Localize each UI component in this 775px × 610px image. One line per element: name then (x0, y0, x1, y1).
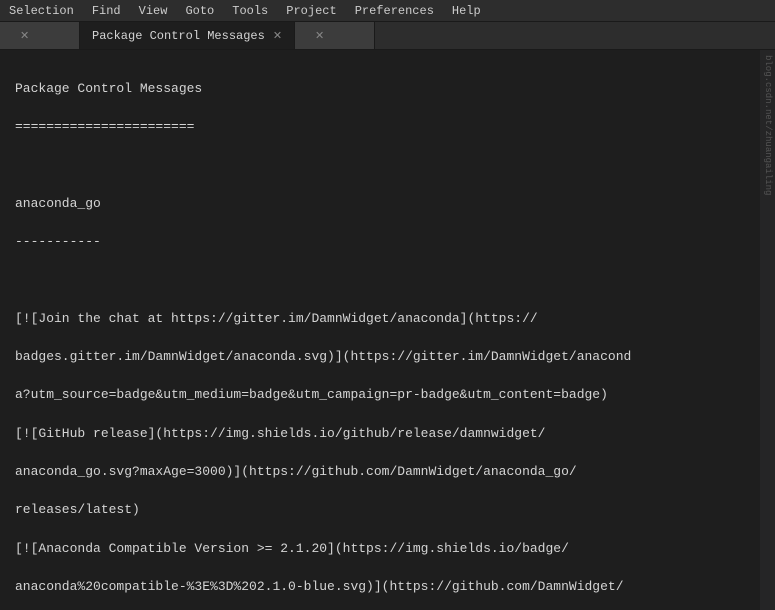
line-empty-2 (15, 271, 745, 290)
line-empty-1 (15, 156, 745, 175)
right-panel-content: blog.csdn.net/zhuangailing (760, 50, 775, 200)
tab-3[interactable]: ✕ (295, 22, 375, 49)
tab-2-label: Package Control Messages (92, 29, 265, 43)
menu-project[interactable]: Project (282, 4, 340, 18)
menu-selection[interactable]: Selection (5, 4, 78, 18)
menu-view[interactable]: View (135, 4, 172, 18)
line-content-6: releases/latest) (15, 501, 745, 520)
top-menu-bar: Selection Find View Goto Tools Project P… (0, 0, 775, 22)
tab-bar: ✕ Package Control Messages ✕ ✕ (0, 22, 775, 50)
line-content-8: anaconda%20compatible-%3E%3D%202.1.0-blu… (15, 578, 745, 597)
line-package-name: anaconda_go (15, 195, 745, 214)
menu-preferences[interactable]: Preferences (351, 4, 438, 18)
line-content-3: a?utm_source=badge&utm_medium=badge&utm_… (15, 386, 745, 405)
menu-goto[interactable]: Goto (181, 4, 218, 18)
line-separator: ======================= (15, 118, 745, 137)
tab-2-close[interactable]: ✕ (273, 29, 282, 43)
line-content-2: badges.gitter.im/DamnWidget/anaconda.svg… (15, 348, 745, 367)
line-content-5: anaconda_go.svg?maxAge=3000)](https://gi… (15, 463, 745, 482)
editor-area[interactable]: Package Control Messages ===============… (0, 50, 760, 610)
menu-tools[interactable]: Tools (228, 4, 272, 18)
line-content-1: [![Join the chat at https://gitter.im/Da… (15, 310, 745, 329)
tab-package-control-messages[interactable]: Package Control Messages ✕ (80, 22, 295, 49)
menu-help[interactable]: Help (448, 4, 485, 18)
editor-content: Package Control Messages ===============… (0, 50, 760, 610)
line-title: Package Control Messages (15, 80, 745, 99)
right-sidebar: blog.csdn.net/zhuangailing (760, 50, 775, 610)
menu-find[interactable]: Find (88, 4, 125, 18)
tab-1[interactable]: ✕ (0, 22, 80, 49)
line-content-7: [![Anaconda Compatible Version >= 2.1.20… (15, 540, 745, 559)
tab-1-close[interactable]: ✕ (20, 29, 29, 43)
line-pkg-separator: ----------- (15, 233, 745, 252)
line-content-4: [![GitHub release](https://img.shields.i… (15, 425, 745, 444)
main-area: Package Control Messages ===============… (0, 50, 775, 610)
tab-3-close[interactable]: ✕ (315, 29, 324, 43)
